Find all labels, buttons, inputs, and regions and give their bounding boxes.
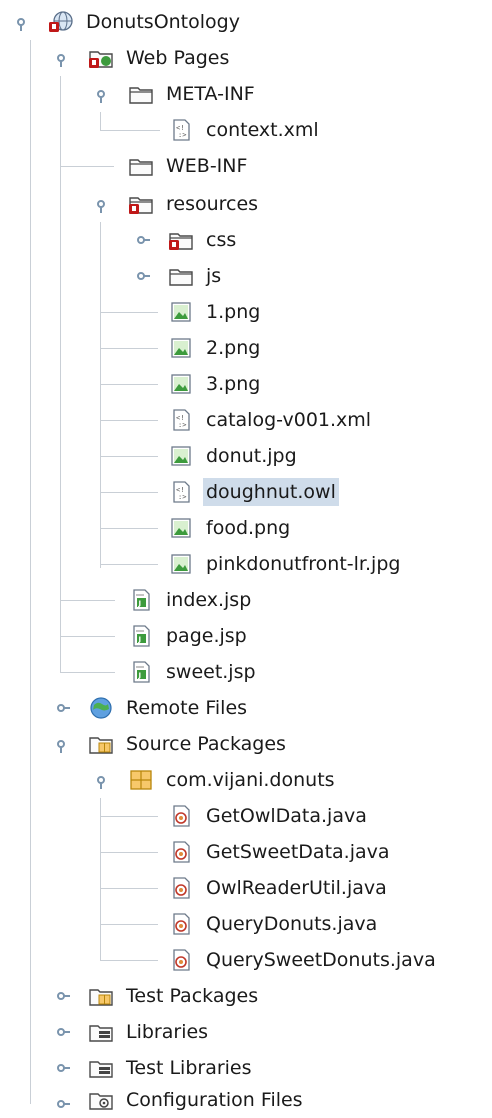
tree-node-sweet-jsp[interactable]: sweet.jsp: [128, 654, 259, 690]
tree-node-meta-inf[interactable]: META-INF: [128, 76, 258, 112]
java-file-icon: [168, 912, 194, 936]
expand-handle-package[interactable]: [92, 771, 110, 789]
tree-node-food-png[interactable]: food.png: [168, 510, 293, 546]
tree-node-querysweetdonuts-java[interactable]: QuerySweetDonuts.java: [168, 942, 439, 978]
image-file-icon: [168, 300, 194, 324]
tree-node-resources[interactable]: resources: [128, 186, 261, 222]
expand-handle-source-packages[interactable]: [52, 735, 70, 753]
tree-node-page-jsp[interactable]: page.jsp: [128, 618, 250, 654]
jsp-file-icon: [128, 660, 154, 684]
image-file-icon: [168, 552, 194, 576]
xml-file-icon: [168, 480, 194, 504]
image-file-icon: [168, 516, 194, 540]
expand-handle-test-libraries[interactable]: [52, 1059, 70, 1077]
tree-node-libraries[interactable]: Libraries: [88, 1014, 211, 1050]
java-file-icon: [168, 840, 194, 864]
folder-badge-icon: [168, 228, 194, 252]
tree-node-web-pages[interactable]: Web Pages: [88, 40, 232, 76]
folder-icon: [128, 154, 154, 178]
folder-icon: [128, 82, 154, 106]
jsp-file-icon: [128, 588, 154, 612]
expand-handle-meta-inf[interactable]: [92, 85, 110, 103]
tree-node-2-png[interactable]: 2.png: [168, 330, 263, 366]
expand-handle-resources[interactable]: [92, 195, 110, 213]
xml-file-icon: [168, 118, 194, 142]
library-icon: [88, 1056, 114, 1080]
config-folder-icon: [88, 1088, 114, 1112]
tree-node-1-png[interactable]: 1.png: [168, 294, 263, 330]
tree-node-donut-jpg[interactable]: donut.jpg: [168, 438, 300, 474]
tree-node-test-packages[interactable]: Test Packages: [88, 978, 261, 1014]
tree-node-pinkdonutfront-jpg[interactable]: pinkdonutfront-lr.jpg: [168, 546, 403, 582]
expand-handle-configuration-files[interactable]: [52, 1095, 70, 1113]
expand-handle-css[interactable]: [132, 231, 150, 249]
tree-node-configuration-files[interactable]: Configuration Files: [88, 1082, 306, 1118]
tree-node-package[interactable]: com.vijani.donuts: [128, 762, 338, 798]
image-file-icon: [168, 444, 194, 468]
java-file-icon: [168, 876, 194, 900]
tree-node-catalog-xml[interactable]: catalog-v001.xml: [168, 402, 374, 438]
project-globe-icon: [48, 10, 74, 34]
source-packages-icon: [88, 732, 114, 756]
web-folder-icon: [88, 46, 114, 70]
expand-handle-libraries[interactable]: [52, 1023, 70, 1041]
folder-badge-icon: [128, 192, 154, 216]
expand-handle-web-pages[interactable]: [52, 49, 70, 67]
tree-node-index-jsp[interactable]: index.jsp: [128, 582, 254, 618]
tree-node-remote-files[interactable]: Remote Files: [88, 690, 250, 726]
tree-node-project[interactable]: DonutsOntology: [48, 4, 243, 40]
expand-handle-remote-files[interactable]: [52, 699, 70, 717]
jsp-file-icon: [128, 624, 154, 648]
expand-handle-test-packages[interactable]: [52, 987, 70, 1005]
tree-node-owlreaderutil-java[interactable]: OwlReaderUtil.java: [168, 870, 390, 906]
tree-node-context-xml[interactable]: context.xml: [168, 112, 322, 148]
tree-node-3-png[interactable]: 3.png: [168, 366, 263, 402]
java-file-icon: [168, 804, 194, 828]
image-file-icon: [168, 372, 194, 396]
tree-node-getowldata-java[interactable]: GetOwlData.java: [168, 798, 370, 834]
expand-handle-js[interactable]: [132, 267, 150, 285]
folder-icon: [168, 264, 194, 288]
source-packages-icon: [88, 984, 114, 1008]
tree-node-web-inf[interactable]: WEB-INF: [128, 148, 250, 184]
package-icon: [128, 768, 154, 792]
library-icon: [88, 1020, 114, 1044]
expand-handle-root[interactable]: [12, 13, 30, 31]
tree-node-test-libraries[interactable]: Test Libraries: [88, 1050, 255, 1086]
tree-node-querydonuts-java[interactable]: QueryDonuts.java: [168, 906, 380, 942]
tree-node-getsweetdata-java[interactable]: GetSweetData.java: [168, 834, 393, 870]
remote-globe-icon: [88, 696, 114, 720]
tree-node-js[interactable]: js: [168, 258, 224, 294]
tree-node-css[interactable]: css: [168, 222, 239, 258]
xml-file-icon: [168, 408, 194, 432]
java-file-icon: [168, 948, 194, 972]
image-file-icon: [168, 336, 194, 360]
project-tree: DonutsOntology Web Pages META-INF contex…: [0, 0, 492, 1118]
tree-node-source-packages[interactable]: Source Packages: [88, 726, 289, 762]
tree-node-doughnut-owl[interactable]: doughnut.owl: [168, 474, 339, 510]
